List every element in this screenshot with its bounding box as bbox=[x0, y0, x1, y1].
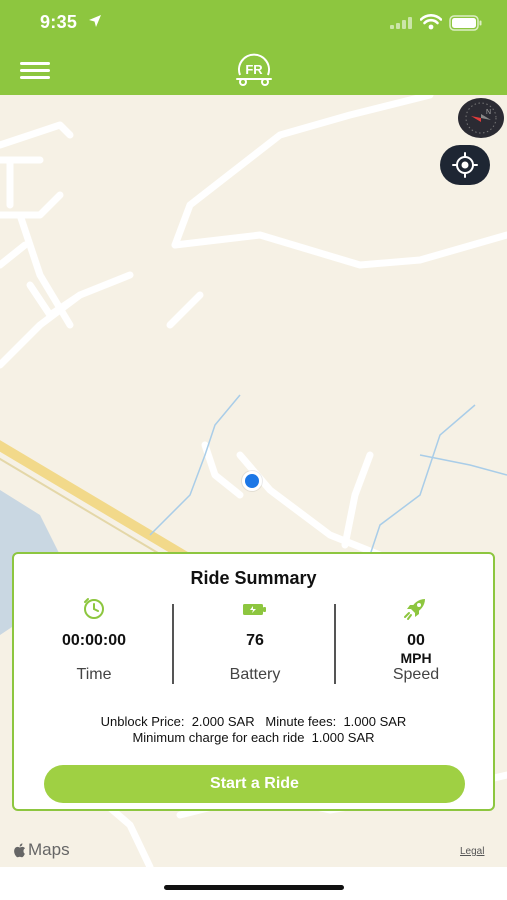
cellular-signal-icon bbox=[390, 17, 412, 29]
ride-summary-title: Ride Summary bbox=[190, 568, 317, 588]
time-stat: 00:00:00 Time bbox=[14, 596, 174, 684]
speed-label: Speed bbox=[392, 666, 440, 683]
battery-label: Battery bbox=[229, 666, 281, 683]
time-label: Time bbox=[76, 666, 112, 683]
wifi-icon bbox=[420, 14, 442, 30]
ride-summary-card: Ride Summary 00:00:00 Time 76 Battery 00… bbox=[12, 552, 495, 811]
speed-stat: 00 MPH Speed bbox=[336, 596, 496, 684]
speed-unit: MPH bbox=[400, 650, 432, 666]
start-ride-button[interactable]: Start a Ride bbox=[44, 765, 465, 803]
clock-icon bbox=[84, 598, 104, 619]
battery-value: 76 bbox=[246, 632, 264, 649]
apple-logo-icon bbox=[14, 842, 25, 857]
battery-stat: 76 Battery bbox=[175, 596, 335, 684]
compass-icon: N bbox=[465, 102, 497, 134]
locate-me-button[interactable] bbox=[440, 145, 490, 185]
crosshair-icon bbox=[452, 152, 478, 178]
user-location-dot bbox=[242, 471, 262, 491]
status-time: 9:35 bbox=[40, 12, 78, 32]
fee-line-prices: Unblock Price: 2.000 SAR Minute fees: 1.… bbox=[100, 714, 407, 729]
compass-button[interactable]: N bbox=[458, 98, 504, 138]
time-value: 00:00:00 bbox=[61, 632, 127, 649]
logo-text: FR bbox=[245, 62, 263, 77]
legal-link[interactable]: Legal bbox=[460, 846, 484, 857]
battery-status-icon bbox=[449, 15, 482, 31]
app-logo: FR bbox=[236, 53, 272, 86]
home-indicator bbox=[164, 885, 344, 890]
speed-value: 00 bbox=[407, 632, 425, 649]
fee-info: Unblock Price: 2.000 SAR Minute fees: 1.… bbox=[14, 714, 493, 746]
maps-label: Maps bbox=[28, 840, 70, 859]
fee-line-minimum: Minimum charge for each ride 1.000 SAR bbox=[132, 730, 375, 745]
status-bar: 9:35 bbox=[0, 0, 507, 46]
battery-icon bbox=[243, 604, 266, 615]
svg-text:N: N bbox=[486, 109, 491, 116]
app-header: 9:35 FR bbox=[0, 0, 507, 95]
maps-attribution: Maps bbox=[13, 840, 70, 860]
stat-divider bbox=[172, 604, 174, 684]
menu-icon[interactable] bbox=[20, 62, 50, 80]
location-arrow-icon bbox=[89, 15, 101, 27]
rocket-icon bbox=[404, 599, 425, 620]
